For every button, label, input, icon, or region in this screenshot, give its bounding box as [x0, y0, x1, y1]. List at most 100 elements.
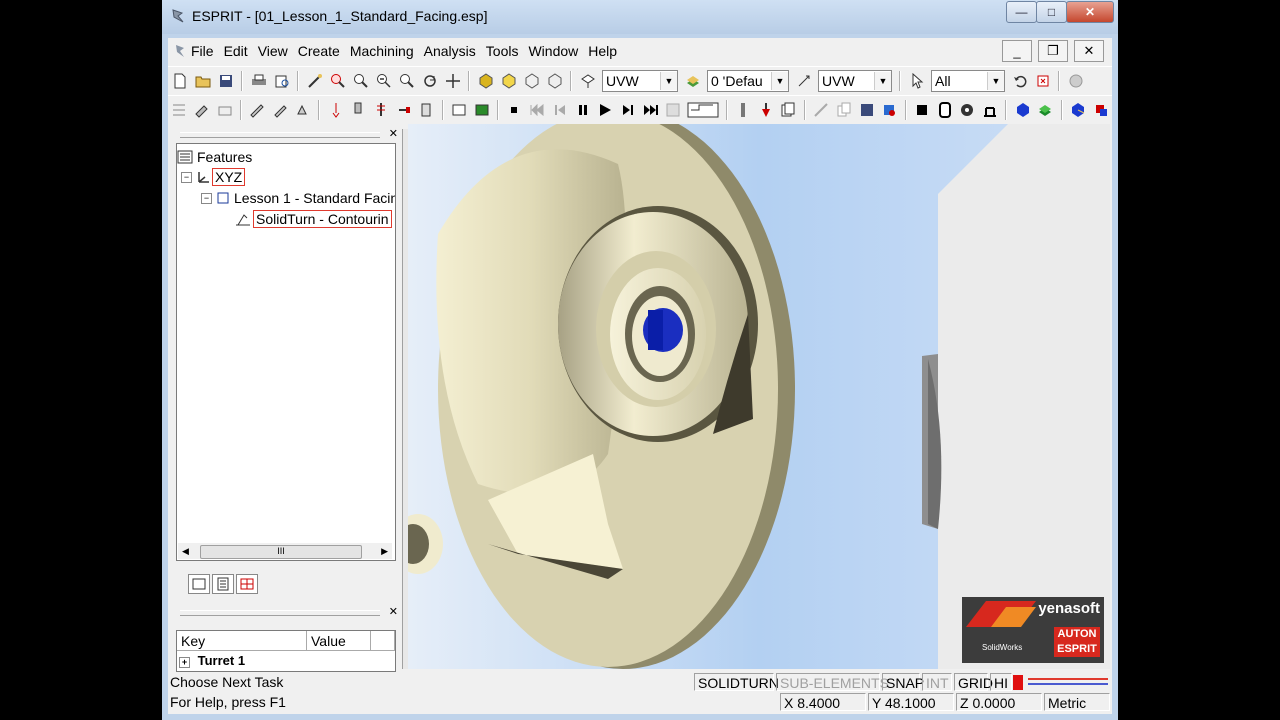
reamer-icon[interactable] [418, 101, 436, 119]
simulation-run-icon[interactable] [473, 101, 491, 119]
graphics-viewport[interactable]: yenasoft AUTON ESPRIT SolidWorks [408, 124, 1110, 669]
shaded-solid-icon[interactable] [477, 72, 495, 90]
menu-file[interactable]: File [186, 38, 219, 64]
workplane-select[interactable]: UVW ▼ [602, 70, 678, 92]
mill-icon[interactable] [349, 101, 367, 119]
menu-window[interactable]: Window [523, 38, 583, 64]
selection-filter-icon[interactable] [908, 72, 926, 90]
simulation-speed-icon[interactable] [687, 101, 719, 119]
save-icon[interactable] [217, 72, 235, 90]
window-maximize-button[interactable]: □ [1036, 1, 1067, 23]
menu-help[interactable]: Help [583, 38, 622, 64]
tool-manager-icon[interactable] [193, 101, 211, 119]
tree-item-operation[interactable]: SolidTurn - Contourin [235, 210, 392, 228]
part-solid-icon[interactable] [1092, 101, 1110, 119]
column-header-value[interactable]: Value [307, 631, 371, 651]
simulation-setup-icon[interactable] [450, 101, 468, 119]
scroll-thumb[interactable]: III [200, 545, 362, 559]
stop-icon[interactable] [506, 101, 524, 119]
tree-item-lesson[interactable]: − Lesson 1 - Standard Facin [201, 189, 395, 207]
property-row[interactable]: + Turret 1 [179, 653, 245, 668]
layer-icon[interactable] [684, 72, 702, 90]
menu-edit[interactable]: Edit [219, 38, 253, 64]
menu-app-icon[interactable] [174, 42, 186, 60]
tab-project-manager[interactable] [188, 574, 210, 594]
close-icon[interactable]: ✕ [389, 127, 398, 140]
tab-properties[interactable] [212, 574, 234, 594]
solid-tools-icon[interactable] [913, 101, 931, 119]
highlight-color-swatch[interactable] [1013, 675, 1023, 690]
mode-int[interactable]: INT [922, 673, 952, 691]
filter-select[interactable]: All ▼ [931, 70, 1005, 92]
tree-item-xyz[interactable]: − XYZ [181, 168, 246, 186]
menu-analysis[interactable]: Analysis [419, 38, 481, 64]
stock-solid-icon[interactable] [1069, 101, 1087, 119]
fast-forward-end-icon[interactable] [642, 101, 660, 119]
fixture-icon[interactable] [981, 101, 999, 119]
mode-hi[interactable]: HI [990, 673, 1012, 691]
nc-code-icon[interactable] [780, 101, 798, 119]
features-root[interactable]: Features [177, 148, 252, 166]
hidden-line-icon[interactable] [546, 72, 564, 90]
simulation-options-icon[interactable] [665, 101, 683, 119]
operation-list-icon[interactable] [171, 101, 189, 119]
document-minimize-button[interactable]: _ [1002, 40, 1032, 62]
blue-solid-icon[interactable] [1014, 101, 1032, 119]
document-restore-button[interactable]: ❐ [1038, 40, 1068, 62]
title-bar[interactable]: ESPRIT - [01_Lesson_1_Standard_Facing.es… [162, 0, 1118, 34]
stock-icon[interactable] [216, 101, 234, 119]
measure-icon[interactable] [812, 101, 830, 119]
workplane-icon[interactable] [579, 72, 597, 90]
rewind-start-icon[interactable] [528, 101, 546, 119]
pause-icon[interactable] [574, 101, 592, 119]
zoom-out-icon[interactable] [375, 72, 393, 90]
pan-icon[interactable] [444, 72, 462, 90]
tap-icon[interactable] [372, 101, 390, 119]
mode-snap[interactable]: SNAP [882, 673, 924, 691]
units-indicator[interactable]: Metric [1044, 693, 1110, 711]
column-header-key[interactable]: Key [177, 631, 307, 651]
zoom-fit-icon[interactable] [398, 72, 416, 90]
cutting-tool-red-icon[interactable] [880, 101, 898, 119]
scroll-left-icon[interactable]: ◀ [182, 546, 189, 557]
print-preview-icon[interactable] [273, 72, 291, 90]
threading-tool-icon[interactable] [294, 101, 312, 119]
rotate-icon[interactable] [421, 72, 439, 90]
toolholder-icon[interactable] [936, 101, 954, 119]
step-forward-icon[interactable] [619, 101, 637, 119]
feature-panel-header[interactable]: ✕ [174, 127, 400, 141]
stop-circle-icon[interactable] [1067, 72, 1085, 90]
turning-tool-icon[interactable] [249, 101, 267, 119]
collapse-icon[interactable]: − [201, 192, 212, 204]
menu-machining[interactable]: Machining [345, 38, 419, 64]
tab-layers[interactable] [236, 574, 258, 594]
mode-grid[interactable]: GRID [954, 673, 993, 691]
spindle-icon[interactable] [757, 101, 775, 119]
delete-icon[interactable] [1034, 72, 1052, 90]
layer-select[interactable]: 0 'Defau ▼ [707, 70, 789, 92]
shaded-hidden-icon[interactable] [500, 72, 518, 90]
window-minimize-button[interactable]: — [1006, 1, 1037, 23]
menu-view[interactable]: View [253, 38, 293, 64]
step-back-icon[interactable] [551, 101, 569, 119]
copy-icon[interactable] [835, 101, 853, 119]
expand-icon[interactable]: + [179, 657, 190, 668]
chuck-icon[interactable] [958, 101, 976, 119]
collapse-icon[interactable]: − [181, 171, 192, 183]
close-icon[interactable]: ✕ [389, 605, 398, 618]
document-close-button[interactable]: ✕ [1074, 40, 1104, 62]
scroll-right-icon[interactable]: ▶ [381, 546, 388, 557]
green-solid-icon[interactable] [1037, 101, 1055, 119]
view-select[interactable]: UVW ▼ [818, 70, 892, 92]
machine-setup-icon[interactable] [734, 101, 752, 119]
window-close-button[interactable]: ✕ [1066, 1, 1114, 23]
open-folder-icon[interactable] [194, 72, 212, 90]
grooving-tool-icon[interactable] [271, 101, 289, 119]
wireframe-icon[interactable] [523, 72, 541, 90]
undo-icon[interactable] [1011, 72, 1029, 90]
mode-subelements[interactable]: SUB-ELEMENTS [776, 673, 889, 691]
mode-solidturn[interactable]: SOLIDTURN [694, 673, 779, 691]
save-simulation-icon[interactable] [858, 101, 876, 119]
tree-horizontal-scrollbar[interactable]: ◀ III ▶ [178, 543, 392, 559]
new-file-icon[interactable] [171, 72, 189, 90]
